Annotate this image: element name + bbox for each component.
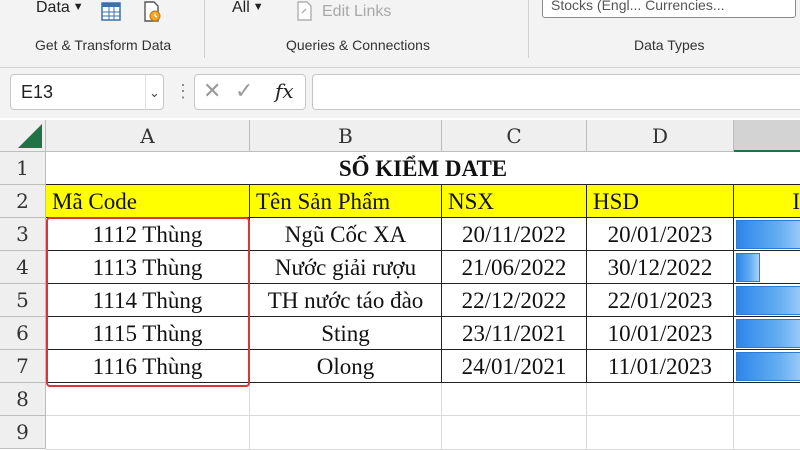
recent-sources-icon[interactable]: [140, 0, 164, 24]
nsx-cell[interactable]: 21/06/2022: [442, 251, 587, 284]
empty-cell[interactable]: [46, 383, 250, 416]
formula-buttons: ✕ ✓ fx: [194, 74, 306, 110]
column-header-a[interactable]: A: [46, 120, 250, 152]
hsd-cell[interactable]: 11/01/2023: [587, 350, 734, 383]
formula-bar: E13 ⌄ ⋮ ✕ ✓ fx: [0, 68, 800, 118]
header-cell-product[interactable]: Tên Sản Phẩm: [250, 185, 442, 218]
hsd-cell[interactable]: 20/01/2023: [587, 218, 734, 251]
header-cell-code[interactable]: Mã Code: [46, 185, 250, 218]
hsd-cell[interactable]: 30/12/2022: [587, 251, 734, 284]
enter-icon[interactable]: ✓: [235, 78, 253, 104]
chevron-down-icon[interactable]: ⌄: [149, 85, 160, 101]
header-cell-hsd[interactable]: HSD: [587, 185, 734, 218]
group-label-data-types: Data Types: [634, 37, 705, 53]
select-all-icon: [18, 124, 42, 148]
ribbon-divider: [204, 0, 205, 58]
insert-function-icon[interactable]: fx: [275, 79, 294, 103]
get-data-button[interactable]: Data ▼: [36, 0, 84, 17]
get-data-label: Data: [36, 0, 70, 16]
row-header-8[interactable]: 8: [0, 383, 46, 416]
name-box-value: E13: [21, 82, 54, 102]
column-header-e[interactable]: [734, 120, 800, 152]
row-header-6[interactable]: 6: [0, 317, 46, 350]
more-options-icon[interactable]: ⋮: [174, 82, 192, 100]
name-box-divider: [145, 75, 146, 111]
ribbon-divider: [528, 0, 529, 58]
empty-cell[interactable]: [734, 416, 800, 450]
empty-cell[interactable]: [250, 416, 442, 450]
nsx-cell[interactable]: 23/11/2021: [442, 317, 587, 350]
worksheet-grid: A B C D 1 2 3 4 5 6 7 8 9 SỔ KIỂM DATE M…: [0, 120, 800, 450]
nsx-cell[interactable]: 24/01/2021: [442, 350, 587, 383]
databar: [736, 220, 800, 249]
header-cell-e[interactable]: I: [734, 185, 800, 218]
databar-cell[interactable]: [734, 317, 800, 350]
nsx-cell[interactable]: 20/11/2022: [442, 218, 587, 251]
databar: [736, 253, 760, 282]
chevron-down-icon: ▼: [72, 1, 84, 13]
empty-cell[interactable]: [587, 416, 734, 450]
product-cell[interactable]: Ngũ Cốc XA: [250, 218, 442, 251]
empty-cell[interactable]: [587, 383, 734, 416]
row-header-5[interactable]: 5: [0, 284, 46, 317]
code-cell[interactable]: 1114 Thùng: [46, 284, 250, 317]
databar: [736, 352, 800, 381]
from-table-icon[interactable]: [100, 0, 122, 22]
row-header-9[interactable]: 9: [0, 416, 46, 449]
column-header-b[interactable]: B: [250, 120, 442, 152]
data-types-gallery[interactable]: Stocks (Engl... Currencies...: [542, 0, 796, 18]
databar: [736, 286, 800, 315]
edit-links-button[interactable]: Edit Links: [322, 3, 391, 21]
code-cell[interactable]: 1115 Thùng: [46, 317, 250, 350]
group-label-queries: Queries & Connections: [286, 37, 430, 53]
databar-cell[interactable]: [734, 350, 800, 383]
code-cell[interactable]: 1113 Thùng: [46, 251, 250, 284]
code-cell[interactable]: 1112 Thùng: [46, 218, 250, 251]
cancel-icon[interactable]: ✕: [203, 78, 221, 104]
empty-cell[interactable]: [734, 383, 800, 416]
chevron-down-icon: ▼: [252, 1, 264, 13]
product-cell[interactable]: Nước giải rượu: [250, 251, 442, 284]
product-cell[interactable]: Sting: [250, 317, 442, 350]
nsx-cell[interactable]: 22/12/2022: [442, 284, 587, 317]
row-header-3[interactable]: 3: [0, 218, 46, 251]
column-header-c[interactable]: C: [442, 120, 587, 152]
product-cell[interactable]: TH nước táo đào: [250, 284, 442, 317]
refresh-all-button[interactable]: All ▼: [232, 0, 264, 17]
select-all-button[interactable]: [0, 120, 46, 152]
databar: [736, 319, 800, 348]
databar-cell[interactable]: [734, 251, 800, 284]
empty-cell[interactable]: [46, 416, 250, 450]
databar-cell[interactable]: [734, 218, 800, 251]
sheet-title-cell[interactable]: SỔ KIỂM DATE: [46, 152, 800, 185]
hsd-cell[interactable]: 10/01/2023: [587, 317, 734, 350]
row-header-2[interactable]: 2: [0, 185, 46, 218]
databar-cell[interactable]: [734, 284, 800, 317]
header-cell-nsx[interactable]: NSX: [442, 185, 587, 218]
edit-links-icon: [294, 0, 316, 22]
empty-cell[interactable]: [442, 383, 587, 416]
formula-input[interactable]: [312, 74, 800, 110]
name-box[interactable]: E13 ⌄: [10, 74, 164, 111]
group-label-get-transform: Get & Transform Data: [35, 37, 172, 53]
code-cell[interactable]: 1116 Thùng: [46, 350, 250, 383]
hsd-cell[interactable]: 22/01/2023: [587, 284, 734, 317]
row-header-7[interactable]: 7: [0, 350, 46, 383]
product-cell[interactable]: Olong: [250, 350, 442, 383]
row-header-1[interactable]: 1: [0, 152, 46, 185]
column-header-d[interactable]: D: [587, 120, 734, 152]
empty-cell[interactable]: [442, 416, 587, 450]
row-header-4[interactable]: 4: [0, 251, 46, 284]
ribbon: Data ▼ Get & Transform Data All ▼ Edit Lin…: [0, 0, 800, 62]
empty-cell[interactable]: [250, 383, 442, 416]
refresh-all-label: All: [232, 0, 250, 16]
